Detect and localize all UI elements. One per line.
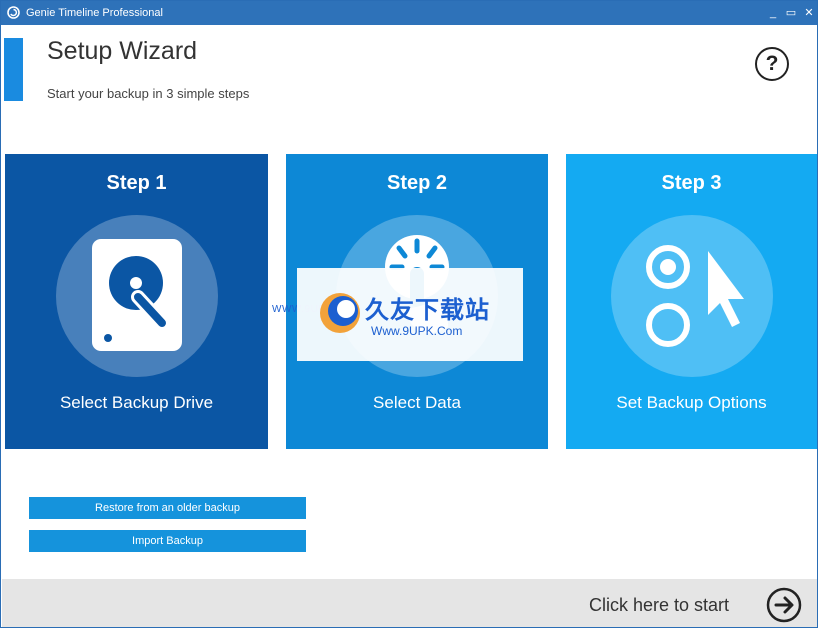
minimize-button[interactable]: _: [765, 4, 781, 22]
app-window: Genie Timeline Professional _ ▭ ✕ Setup …: [0, 0, 818, 628]
watermark: 久友下载站 Www.9UPK.Com: [297, 268, 523, 361]
page-subtitle: Start your backup in 3 simple steps: [47, 86, 250, 101]
step-3-heading: Step 3: [661, 172, 722, 194]
restore-backup-button[interactable]: Restore from an older backup: [29, 497, 306, 519]
step-2-heading: Step 2: [386, 172, 448, 194]
start-label[interactable]: Click here to start: [589, 595, 729, 616]
options-cursor-icon: [645, 245, 744, 347]
step-3-label: Set Backup Options: [616, 393, 767, 412]
watermark-main-text: 久友下载站: [365, 297, 490, 324]
step-3-icon-circle: [610, 215, 773, 377]
window-title: Genie Timeline Professional: [26, 7, 163, 19]
close-button[interactable]: ✕: [801, 4, 817, 22]
watermark-emblem-icon: [317, 290, 363, 341]
step-2-label: Select Data: [373, 393, 461, 412]
footer-bar[interactable]: Click here to start: [2, 579, 817, 627]
title-bar[interactable]: Genie Timeline Professional _ ▭ ✕: [1, 1, 817, 25]
step-1-heading: Step 1: [106, 172, 167, 194]
step-1-label: Select Backup Drive: [59, 393, 214, 412]
import-backup-button[interactable]: Import Backup: [29, 530, 306, 552]
genie-logo-icon: [7, 6, 20, 19]
help-button[interactable]: ?: [755, 47, 789, 81]
arrow-right-circle-icon[interactable]: [766, 587, 802, 623]
step-3-card[interactable]: Step 3 Set Backup Options: [566, 154, 817, 449]
watermark-url-text: Www.9UPK.Com: [371, 324, 463, 338]
step-1-card[interactable]: Step 1 Select Backup Drive: [5, 154, 268, 449]
page-title: Setup Wizard: [47, 37, 198, 65]
hard-drive-icon: [91, 239, 182, 351]
header-accent-bar: [4, 38, 23, 101]
step-1-icon-circle: [55, 215, 218, 377]
maximize-button[interactable]: ▭: [783, 4, 799, 22]
